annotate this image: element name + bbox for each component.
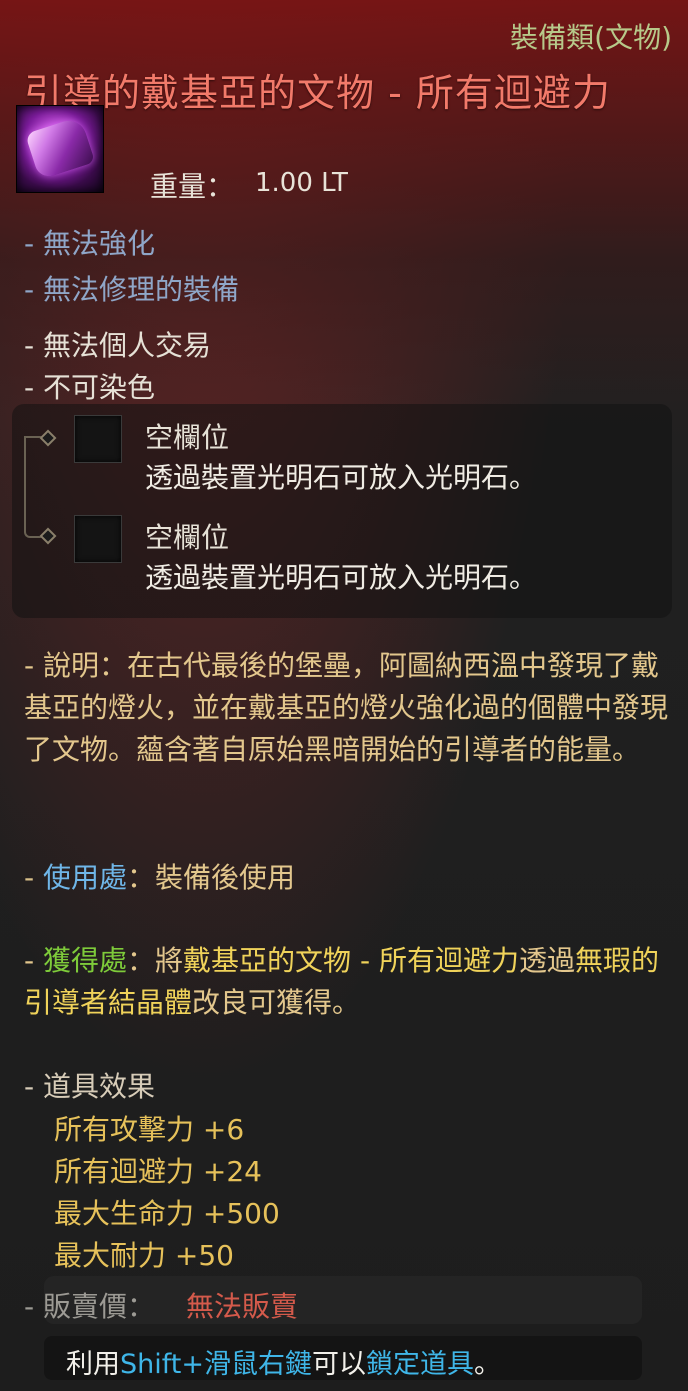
- slot-2-description: 透過裝置光明石可放入光明石。: [145, 561, 538, 594]
- item-category: 裝備類(文物): [510, 21, 672, 54]
- slot-1-description: 透過裝置光明石可放入光明石。: [145, 461, 538, 494]
- obtain-line: - 獲得處：將戴基亞的文物 - 所有迴避力透過無瑕的引導者結晶體改良可獲得。: [24, 940, 669, 1024]
- effects-heading: - 道具效果: [24, 1070, 156, 1103]
- property-no-dye: - 不可染色: [24, 371, 156, 404]
- item-name: 引導的戴基亞的文物 - 所有迴避力: [24, 71, 611, 115]
- obtain-prefix: -: [24, 944, 44, 977]
- weight-value: 1.00 LT: [255, 168, 348, 198]
- usage-value: 裝備後使用: [155, 861, 296, 894]
- lock-hint-key: Shift+滑鼠右鍵: [120, 1349, 312, 1380]
- usage-separator: ：: [127, 861, 156, 894]
- usage-label: 使用處: [43, 861, 128, 894]
- obtain-middle: 透過: [518, 944, 575, 977]
- gem-shape: [25, 116, 95, 180]
- item-description: - 說明：在古代最後的堡壘，阿圖納西溫中發現了戴基亞的燈火，並在戴基亞的燈火強化…: [24, 649, 669, 766]
- obtain-label: 獲得處: [43, 944, 128, 977]
- property-no-repair: - 無法修理的裝備: [24, 273, 240, 306]
- usage-prefix: -: [24, 861, 44, 894]
- slot-connector-line: [24, 436, 46, 538]
- pink-relic-gem-icon: [16, 105, 104, 193]
- effect-evasion: 所有迴避力 +24: [54, 1155, 262, 1188]
- item-tooltip: 裝備類(文物) 引導的戴基亞的文物 - 所有迴避力 重量： 1.00 LT - …: [0, 0, 688, 1391]
- weight-label: 重量：: [150, 170, 235, 203]
- usage-line: - 使用處：裝備後使用: [24, 856, 295, 896]
- lock-hint-text: 利用Shift+滑鼠右鍵可以鎖定道具。: [66, 1342, 501, 1381]
- property-no-enhance: - 無法強化: [24, 227, 156, 260]
- effect-max-hp: 最大生命力 +500: [54, 1197, 280, 1230]
- effect-attack: 所有攻擊力 +6: [54, 1113, 245, 1146]
- lock-hint-action: 鎖定道具: [366, 1349, 474, 1380]
- slot-2-title: 空欄位: [145, 521, 230, 554]
- crystal-slot-2[interactable]: [74, 515, 122, 563]
- property-no-trade: - 無法個人交易: [24, 329, 212, 362]
- obtain-item-ref: 戴基亞的文物 - 所有迴避力: [183, 944, 519, 977]
- crystal-slot-1[interactable]: [74, 415, 122, 463]
- lock-hint-end: 。: [474, 1349, 501, 1380]
- obtain-suffix: 改良可獲得。: [192, 986, 361, 1019]
- effect-max-stamina: 最大耐力 +50: [54, 1239, 234, 1272]
- obtain-separator: ：將: [127, 944, 184, 977]
- price-label: - 販賣價：: [24, 1290, 156, 1323]
- lock-hint-mid: 可以: [312, 1349, 366, 1380]
- lock-hint-pre: 利用: [66, 1349, 120, 1380]
- slot-1-title: 空欄位: [145, 421, 230, 454]
- price-value: 無法販賣: [186, 1290, 299, 1323]
